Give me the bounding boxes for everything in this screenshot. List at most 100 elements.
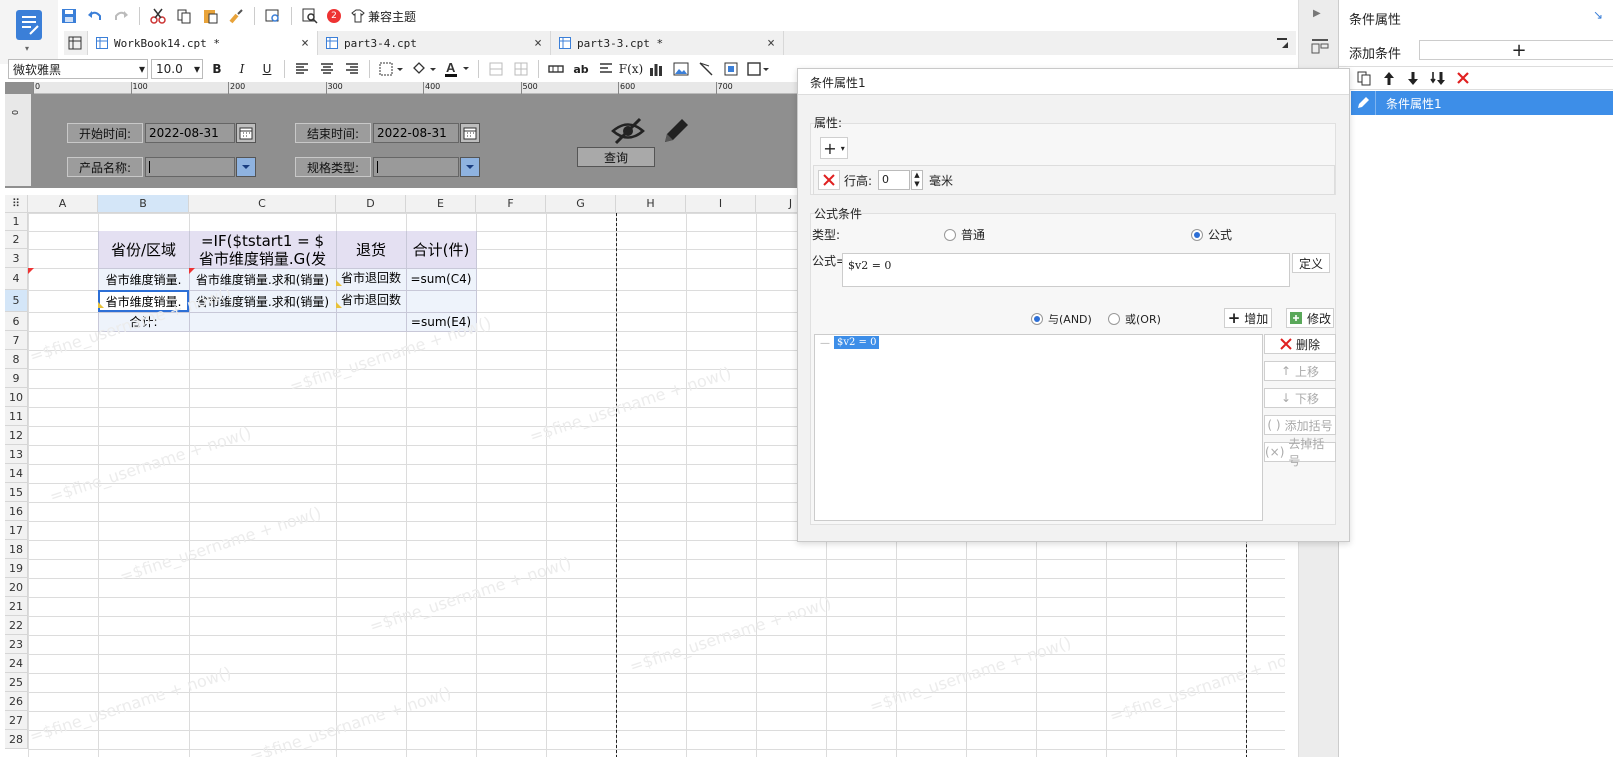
row-header[interactable]: 25 (5, 673, 28, 692)
delete-icon[interactable] (1456, 71, 1470, 85)
select-all-corner[interactable]: ⠿ (5, 195, 28, 213)
row-height-input[interactable]: 0 (878, 170, 910, 190)
row-header[interactable]: 6 (5, 312, 28, 331)
tab-list-button[interactable] (1270, 31, 1296, 55)
fill-color-button[interactable] (409, 58, 439, 80)
save-button[interactable] (58, 5, 80, 27)
row-header[interactable]: 18 (5, 540, 28, 559)
paste-button[interactable] (199, 5, 221, 27)
italic-button[interactable]: I (231, 58, 253, 80)
underline-button[interactable]: U (256, 58, 278, 80)
row-header[interactable]: 19 (5, 559, 28, 578)
cell-b4[interactable]: 省市维度销量. (98, 268, 189, 290)
row-header[interactable]: 26 (5, 692, 28, 711)
row-header[interactable]: 1 (5, 213, 28, 231)
condition-list[interactable] (814, 334, 1263, 521)
cell-c4[interactable]: 省市维度销量.求和(销量) (189, 268, 336, 290)
notification-badge[interactable]: 2 (327, 9, 341, 23)
tab-part3-3[interactable]: part3-3.cpt * × (551, 31, 784, 55)
add-attribute-button[interactable]: + ▾ (820, 137, 848, 159)
or-radio[interactable]: 或(OR) (1108, 311, 1161, 327)
close-icon[interactable]: × (534, 36, 542, 51)
cell-d5[interactable]: 省市退回数 (336, 290, 406, 312)
border-button[interactable] (376, 58, 406, 80)
cell-c2[interactable]: =IF($tstart1 = $ 省市维度销量.G(发 (189, 231, 336, 268)
tab-part3-4[interactable]: part3-4.cpt × (318, 31, 551, 55)
row-header[interactable]: 14 (5, 464, 28, 483)
column-header[interactable]: D (336, 195, 406, 213)
split-cells-button[interactable] (510, 58, 532, 80)
modify-button[interactable]: 修改 (1286, 308, 1334, 328)
column-header[interactable]: A (28, 195, 98, 213)
cell-e4[interactable]: =sum(C4) (406, 268, 476, 290)
dropdown-button[interactable] (236, 157, 256, 177)
insert-subreport-button[interactable] (720, 58, 742, 80)
bold-button[interactable]: B (206, 58, 228, 80)
add-button[interactable]: + 增加 (1224, 308, 1272, 328)
cell-d4[interactable]: 省市退回数 (336, 268, 406, 290)
row-header[interactable]: 12 (5, 426, 28, 445)
type-formula-radio[interactable]: 公式 (1191, 226, 1232, 243)
row-header[interactable]: 10 (5, 388, 28, 407)
column-header[interactable]: G (546, 195, 616, 213)
row-header[interactable]: 21 (5, 597, 28, 616)
preview-button[interactable] (262, 5, 284, 27)
condition-list-item[interactable]: $v2 = 0 (834, 336, 880, 349)
undo-button[interactable] (84, 5, 106, 27)
format-painter-button[interactable] (225, 5, 247, 27)
product-name-combo[interactable] (145, 157, 235, 177)
edit-pencil-icon[interactable] (660, 115, 692, 147)
arrow-down-icon[interactable] (1406, 71, 1420, 86)
compat-theme-button[interactable]: 兼容主题 (351, 8, 416, 25)
tab-menu-button[interactable] (64, 31, 88, 55)
copy-icon[interactable] (1357, 71, 1372, 86)
calendar-button[interactable] (460, 123, 480, 143)
define-button[interactable]: 定义 (1292, 253, 1330, 273)
move-down-button[interactable]: ↓ 下移 (1264, 388, 1336, 408)
query-button[interactable]: 查询 (577, 147, 655, 167)
cell-e5[interactable] (406, 290, 476, 312)
row-header[interactable]: 4 (5, 268, 28, 290)
start-time-input[interactable]: 2022-08-31 (145, 123, 235, 143)
end-time-input[interactable]: 2022-08-31 (373, 123, 459, 143)
cell-e2[interactable]: 合计(件) (406, 231, 476, 268)
arrow-up-icon[interactable] (1382, 71, 1396, 86)
column-header[interactable]: C (189, 195, 336, 213)
row-header[interactable]: 5 (5, 290, 28, 312)
font-family-select[interactable]: 微软雅黑 ▾ (8, 59, 148, 79)
cut-button[interactable] (147, 5, 169, 27)
cell-element-button[interactable] (745, 58, 771, 80)
spec-type-combo[interactable] (373, 157, 459, 177)
font-color-button[interactable]: A (442, 58, 472, 80)
column-header[interactable]: B (98, 195, 189, 213)
row-header[interactable]: 24 (5, 654, 28, 673)
copy-button[interactable] (173, 5, 195, 27)
cell-b2[interactable]: 省份/区域 (98, 231, 189, 268)
delete-button[interactable]: 删除 (1264, 334, 1336, 354)
type-normal-radio[interactable]: 普通 (944, 226, 985, 243)
widget-settings-icon[interactable] (1311, 38, 1329, 54)
row-height-spinner[interactable]: ▲ ▼ (911, 170, 923, 190)
row-header[interactable]: 3 (5, 249, 28, 268)
font-size-select[interactable]: 10.0 ▾ (151, 59, 203, 79)
remove-parenthesis-button[interactable]: (×) 去掉括号 (1264, 437, 1336, 468)
insert-image-button[interactable] (670, 58, 692, 80)
add-condition-button[interactable]: + (1419, 40, 1613, 61)
row-header[interactable]: 8 (5, 350, 28, 369)
insert-formula-button[interactable]: F(x) (619, 58, 643, 80)
align-right-button[interactable] (341, 58, 363, 80)
row-header[interactable]: 23 (5, 635, 28, 654)
row-header[interactable]: 16 (5, 502, 28, 521)
merge-cells-button[interactable] (485, 58, 507, 80)
app-logo[interactable]: ▾ (0, 0, 58, 64)
column-header[interactable]: H (616, 195, 686, 213)
cell-d2[interactable]: 退货 (336, 231, 406, 268)
add-parenthesis-button[interactable]: ( ) 添加括号 (1264, 415, 1336, 435)
calendar-button[interactable] (236, 123, 256, 143)
insert-text-button[interactable]: ab (570, 58, 592, 80)
insert-chart-button[interactable] (645, 58, 667, 80)
column-header[interactable]: I (686, 195, 756, 213)
search-button[interactable] (299, 5, 321, 27)
move-up-button[interactable]: ↑ 上移 (1264, 361, 1336, 381)
hide-eye-icon[interactable] (610, 115, 646, 147)
